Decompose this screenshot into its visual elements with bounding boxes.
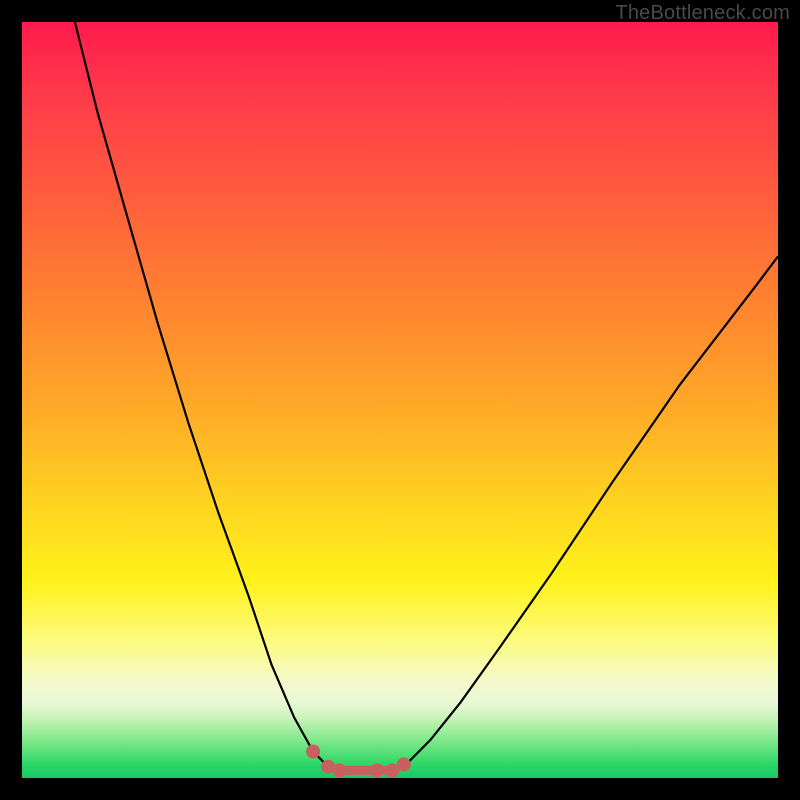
marker-dot — [306, 745, 320, 759]
watermark-text: TheBottleneck.com — [615, 2, 790, 25]
curve-left — [75, 22, 340, 770]
plot-area — [22, 22, 778, 778]
chart-frame: TheBottleneck.com — [0, 0, 800, 800]
marker-dot — [370, 763, 384, 777]
curve-right — [392, 256, 778, 770]
marker-dot — [333, 763, 347, 777]
marker-dot — [397, 757, 411, 771]
bottleneck-curve-svg — [22, 22, 778, 778]
